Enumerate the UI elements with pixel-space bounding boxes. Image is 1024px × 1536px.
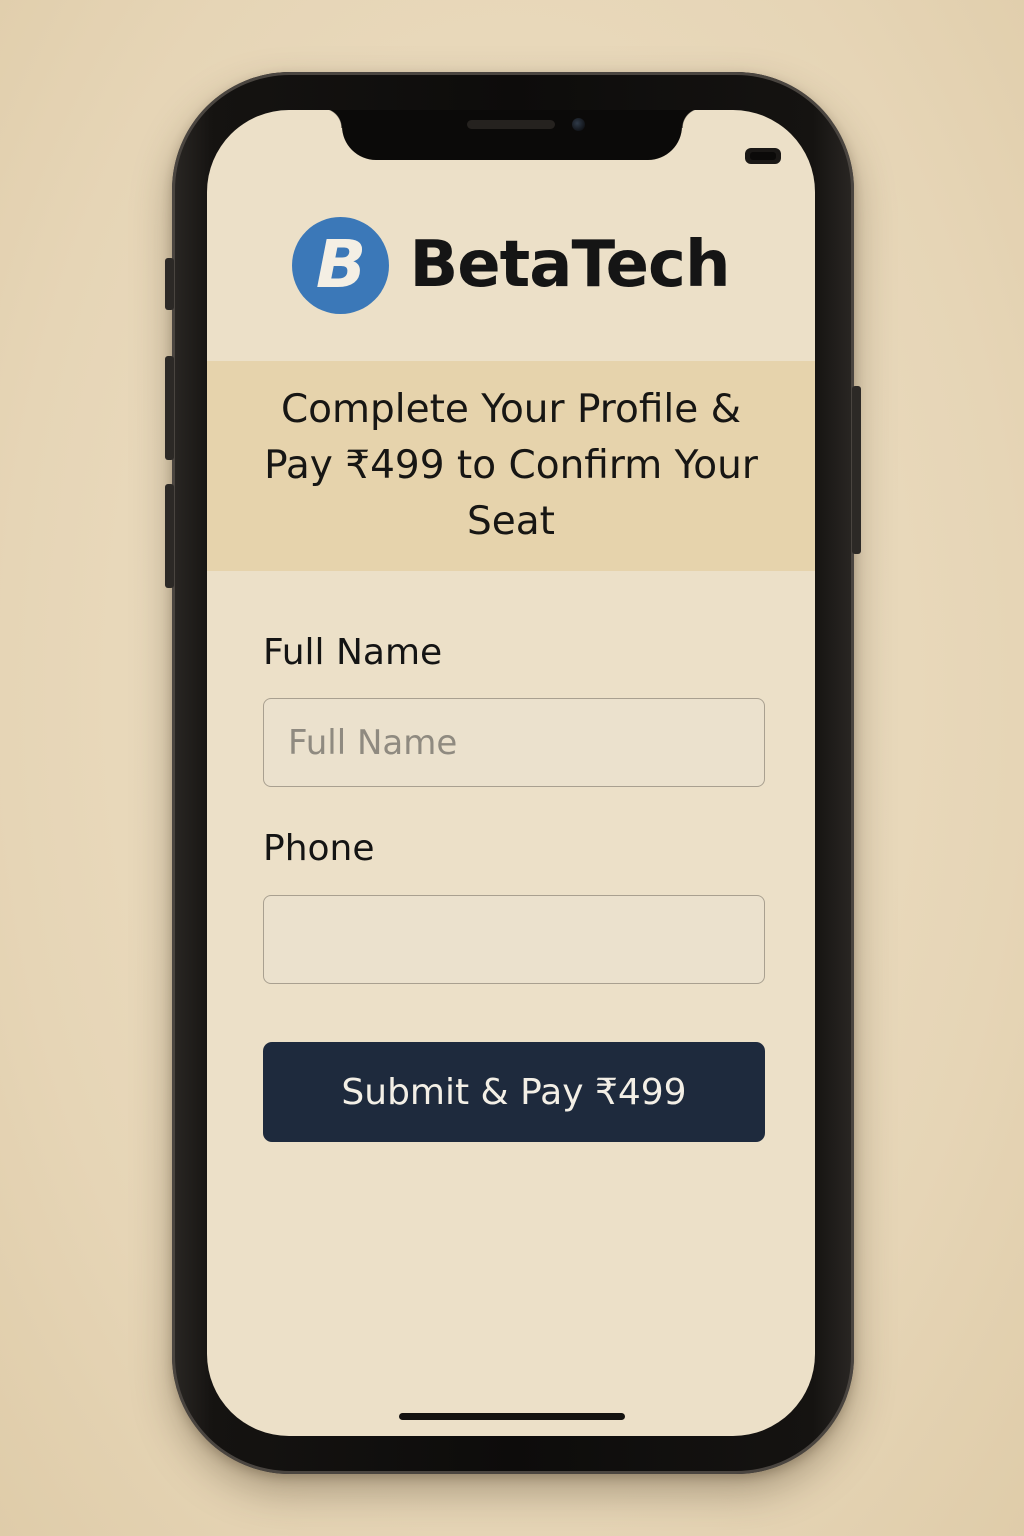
phone-label: Phone	[263, 828, 375, 869]
full-name-label: Full Name	[263, 632, 443, 673]
power-button	[852, 386, 861, 554]
full-name-input[interactable]	[263, 698, 765, 787]
home-indicator[interactable]	[399, 1413, 625, 1420]
speaker-grille	[467, 120, 555, 129]
battery-icon	[745, 148, 781, 164]
brand-logo-icon: B	[292, 216, 390, 314]
notch	[322, 110, 702, 160]
submit-pay-button[interactable]: Submit & Pay ₹499	[263, 1042, 765, 1142]
phone-input[interactable]	[263, 895, 765, 984]
volume-up-button	[165, 356, 174, 460]
phone-screen: B BetaTech Complete Your Profile & Pay ₹…	[207, 110, 815, 1436]
volume-down-button	[165, 484, 174, 588]
silent-switch	[165, 258, 174, 310]
banner-title: Complete Your Profile & Pay ₹499 to Conf…	[264, 387, 758, 544]
camera-icon	[572, 118, 585, 131]
profile-banner: Complete Your Profile & Pay ₹499 to Conf…	[207, 361, 815, 571]
brand-header: B BetaTech	[207, 215, 815, 315]
brand-name: BetaTech	[409, 228, 730, 302]
